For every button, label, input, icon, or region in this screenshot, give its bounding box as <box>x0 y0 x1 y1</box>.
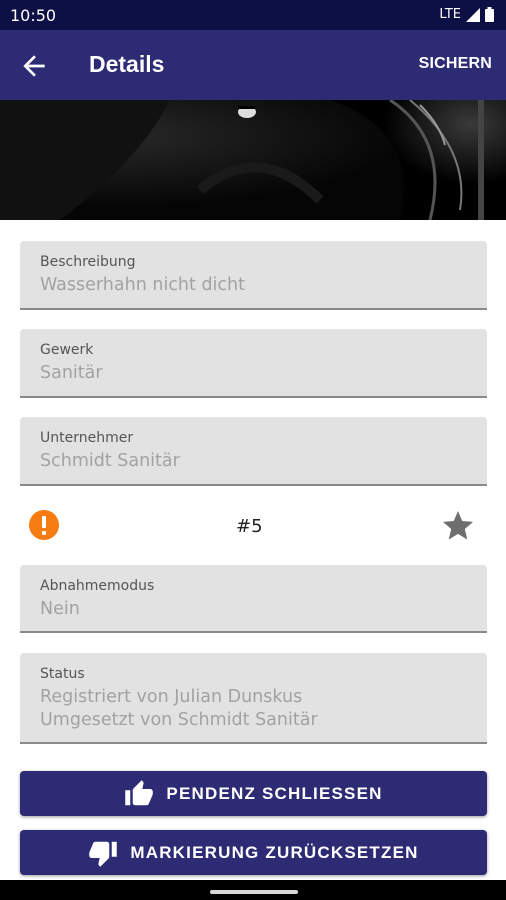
status-value-line-1: Registriert von Julian Dunskus <box>40 687 303 707</box>
status-label: Status <box>40 666 85 682</box>
reset-marker-button[interactable]: MARKIERUNG ZURÜCKSETZEN <box>20 830 487 875</box>
issue-meta-row: #5 <box>0 505 506 547</box>
trade-label: Gewerk <box>40 342 94 358</box>
description-field[interactable]: Beschreibung Wasserhahn nicht dicht <box>20 241 487 310</box>
battery-icon <box>485 7 494 22</box>
warning-icon[interactable] <box>28 509 60 541</box>
acceptance-mode-value: Nein <box>40 599 80 619</box>
status-icons: LTE <box>439 7 494 22</box>
status-field[interactable]: Status Registriert von Julian Dunskus Um… <box>20 653 487 744</box>
acceptance-mode-label: Abnahmemodus <box>40 578 155 594</box>
issue-photo[interactable] <box>0 100 506 220</box>
trade-value: Sanitär <box>40 363 103 383</box>
description-label: Beschreibung <box>40 254 136 270</box>
close-issue-button[interactable]: PENDENZ SCHLIESSEN <box>20 771 487 816</box>
issue-number: #5 <box>236 516 263 537</box>
page-title: Details <box>89 51 165 77</box>
description-value: Wasserhahn nicht dicht <box>40 275 245 295</box>
trade-field[interactable]: Gewerk Sanitär <box>20 329 487 398</box>
thumbs-up-icon <box>125 779 154 805</box>
status-value-line-2: Umgesetzt von Schmidt Sanitär <box>40 710 318 730</box>
contractor-value: Schmidt Sanitär <box>40 451 180 471</box>
reset-marker-label: MARKIERUNG ZURÜCKSETZEN <box>130 842 419 862</box>
close-issue-label: PENDENZ SCHLIESSEN <box>166 783 383 803</box>
network-type: LTE <box>439 7 461 22</box>
contractor-field[interactable]: Unternehmer Schmidt Sanitär <box>20 417 487 486</box>
photo-image <box>0 100 506 220</box>
thumbs-down-icon <box>89 841 118 867</box>
home-gesture-handle[interactable] <box>210 890 298 894</box>
system-navigation-bar <box>0 880 506 900</box>
signal-icon <box>466 7 480 22</box>
app-bar: Details SICHERN <box>0 30 506 100</box>
arrow-back-icon[interactable] <box>18 50 50 82</box>
star-icon[interactable] <box>440 508 476 544</box>
contractor-label: Unternehmer <box>40 430 134 446</box>
status-time: 10:50 <box>10 6 57 25</box>
acceptance-mode-field[interactable]: Abnahmemodus Nein <box>20 565 487 633</box>
save-button[interactable]: SICHERN <box>419 55 492 73</box>
status-bar: 10:50 LTE <box>0 0 506 30</box>
